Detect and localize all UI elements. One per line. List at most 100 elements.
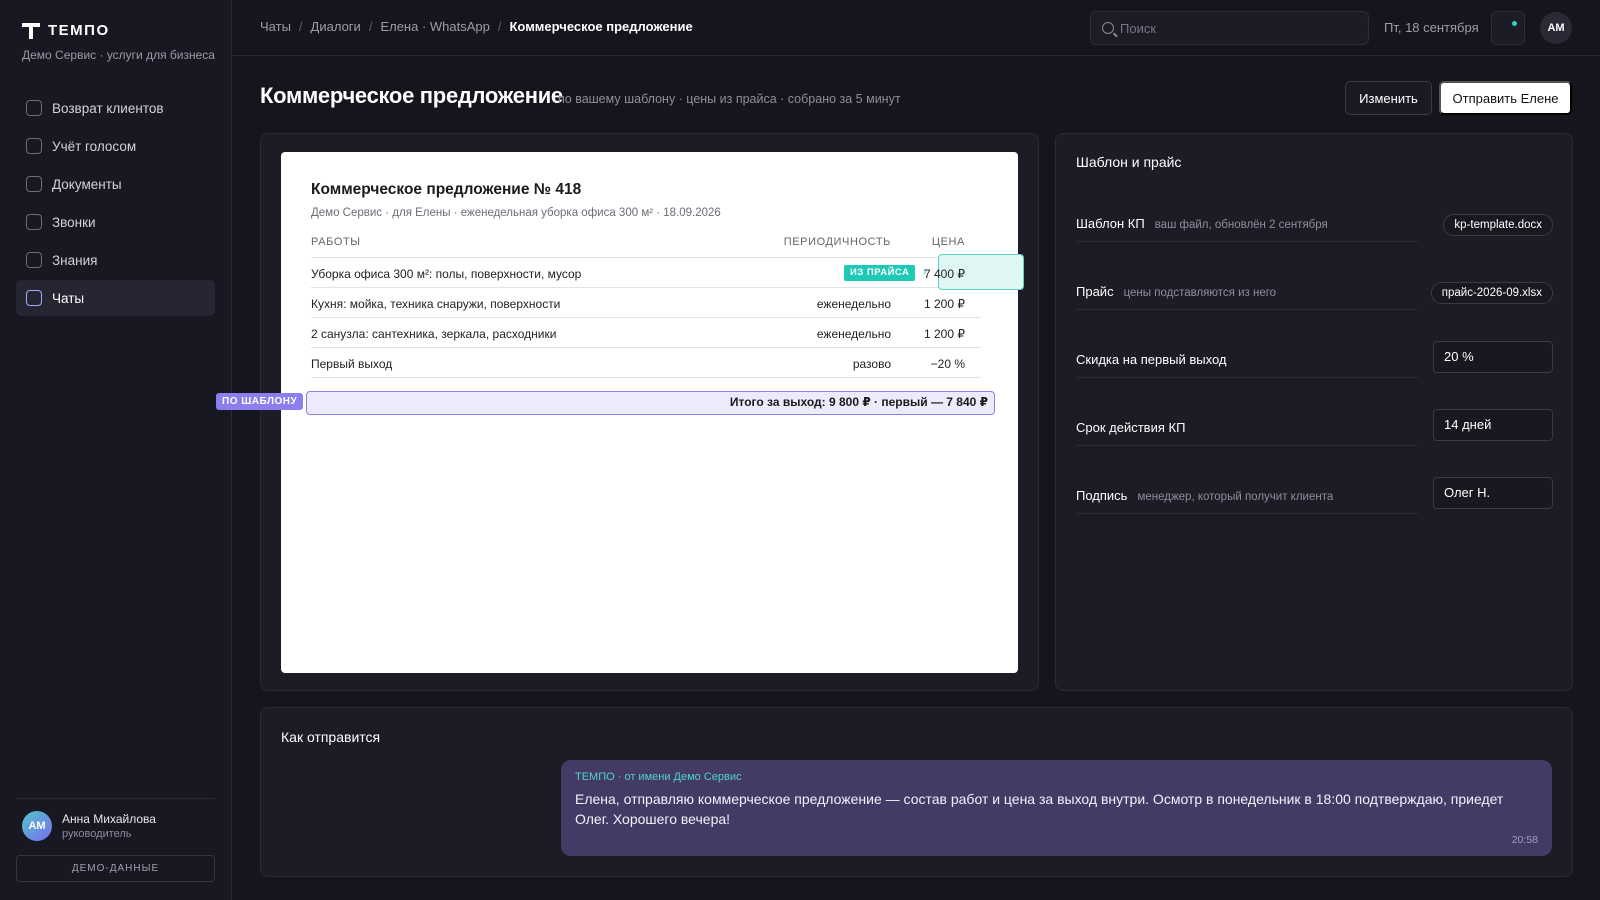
notification-dot-icon bbox=[1512, 21, 1517, 26]
sidebar-item-label: Документы bbox=[52, 176, 122, 192]
sidebar-item-label: Звонки bbox=[52, 214, 96, 230]
sidebar-item-voice[interactable]: Учёт голосом bbox=[16, 128, 215, 164]
template-panel: Шаблон и прайс Шаблон КП ваш файл, обновл… bbox=[1055, 133, 1573, 691]
template-row-validity: Срок действия КП 14 дней bbox=[1076, 405, 1553, 465]
breadcrumb-separator: / bbox=[497, 19, 502, 34]
edit-button[interactable]: Изменить bbox=[1345, 81, 1432, 115]
work-cell: 2 санузла: сантехника, зеркала, расходни… bbox=[311, 327, 557, 341]
work-cell: Первый выход bbox=[311, 357, 393, 371]
table-row: Уборка офиса 300 м²: полы, поверхности, … bbox=[311, 254, 1024, 290]
work-table: Уборка офиса 300 м²: полы, поверхности, … bbox=[311, 254, 1024, 378]
send-preview-title: Как отправится bbox=[281, 729, 381, 745]
search-input[interactable] bbox=[1120, 20, 1350, 36]
row-label: Подпись менеджер, который получит клиента bbox=[1076, 488, 1334, 503]
user-avatar-button[interactable]: АМ bbox=[1540, 12, 1572, 44]
search-icon bbox=[1102, 22, 1114, 34]
template-row-kp: Шаблон КП ваш файл, обновлён 2 сентября k… bbox=[1076, 201, 1553, 261]
template-row-discount: Скидка на первый выход 20 % bbox=[1076, 337, 1553, 397]
column-header-period: ПЕРИОДИЧНОСТЬ bbox=[783, 236, 891, 248]
table-row: Кухня: мойка, техника снаружи, поверхнос… bbox=[311, 288, 981, 318]
avatar: АМ bbox=[22, 811, 52, 841]
table-header: РАБОТЫ ПЕРИОДИЧНОСТЬ ЦЕНА bbox=[311, 236, 981, 256]
row-hint: ваш файл, обновлён 2 сентября bbox=[1154, 219, 1328, 231]
sidebar-item-label: Чаты bbox=[52, 290, 85, 306]
sidebar-item-label: Возврат клиентов bbox=[52, 100, 164, 116]
row-label: Срок действия КП bbox=[1076, 420, 1186, 435]
price-cell: 7 400 ₽ bbox=[924, 267, 965, 281]
row-label: Шаблон КП ваш файл, обновлён 2 сентября bbox=[1076, 216, 1328, 231]
page-title: Коммерческое предложение bbox=[260, 83, 563, 108]
brand-subtitle: Демо Сервис · услуги для бизнеса bbox=[22, 48, 215, 62]
brand-name: ТЕМПО bbox=[48, 22, 110, 39]
row-hint: менеджер, который получит клиента bbox=[1137, 491, 1334, 503]
checkbox-icon bbox=[26, 138, 42, 154]
sidebar-nav: Возврат клиентов Учёт голосом Документы … bbox=[16, 90, 215, 318]
period-cell: еженедельно bbox=[816, 297, 891, 311]
current-date: Пт, 18 сентября bbox=[1384, 20, 1479, 35]
proposal-document: Коммерческое предложение № 418 Демо Серв… bbox=[281, 152, 1024, 673]
discount-field[interactable]: 20 % bbox=[1433, 341, 1553, 373]
page-subtitle: по вашему шаблону · цены из прайса · соб… bbox=[558, 92, 901, 106]
checkbox-icon bbox=[26, 290, 42, 306]
row-divider bbox=[1076, 445, 1418, 446]
checkbox-icon bbox=[26, 176, 42, 192]
row-divider bbox=[1076, 241, 1418, 242]
tempo-logo-icon bbox=[22, 22, 40, 39]
sidebar-divider bbox=[16, 798, 215, 799]
topbar: Чаты / Диалоги / Елена · WhatsApp / Коммерч… bbox=[233, 0, 1600, 56]
column-header-work: РАБОТЫ bbox=[311, 236, 361, 248]
row-divider bbox=[1076, 513, 1418, 514]
breadcrumb-current: Коммерческое предложение bbox=[509, 19, 693, 34]
table-row: Первый выход разово −20 % bbox=[311, 348, 981, 378]
row-label: Прайс цены подставляются из него bbox=[1076, 284, 1277, 299]
sidebar-item-returns[interactable]: Возврат клиентов bbox=[16, 90, 215, 126]
sidebar: ТЕМПО Демо Сервис · услуги для бизнеса В… bbox=[0, 0, 232, 900]
sidebar-item-knowledge[interactable]: Знания bbox=[16, 242, 215, 278]
sidebar-item-label: Учёт голосом bbox=[52, 138, 137, 154]
template-row-price: Прайс цены подставляются из него прайс-20… bbox=[1076, 269, 1553, 329]
demo-data-button[interactable]: ДЕМО-ДАННЫЕ bbox=[16, 855, 215, 882]
table-row: 2 санузла: сантехника, зеркала, расходни… bbox=[311, 318, 981, 348]
message-time: 20:58 bbox=[1511, 834, 1538, 846]
price-cell: 1 200 ₽ bbox=[924, 327, 965, 341]
checkbox-icon bbox=[26, 100, 42, 116]
template-badge: ПО ШАБЛОНУ bbox=[216, 393, 304, 410]
notifications-button[interactable] bbox=[1491, 11, 1525, 45]
total-row: Итого за выход: 9 800 ₽ · первый — 7 840… bbox=[306, 391, 995, 415]
price-file-chip[interactable]: прайс-2026-09.xlsx bbox=[1430, 282, 1553, 304]
template-row-signature: Подпись менеджер, который получит клиента… bbox=[1076, 473, 1553, 533]
breadcrumb-separator: / bbox=[298, 19, 303, 34]
period-cell: еженедельно bbox=[816, 327, 891, 341]
validity-field[interactable]: 14 дней bbox=[1433, 409, 1553, 441]
work-cell: Уборка офиса 300 м²: полы, поверхности, … bbox=[311, 267, 582, 281]
work-cell: Кухня: мойка, техника снаружи, поверхнос… bbox=[311, 297, 561, 311]
message-sender: ТЕМПО · от имени Демо Сервис bbox=[575, 771, 742, 783]
breadcrumb-chats[interactable]: Чаты bbox=[260, 19, 291, 34]
from-price-badge: ИЗ ПРАЙСА bbox=[844, 265, 916, 281]
checkbox-icon bbox=[26, 214, 42, 230]
sidebar-item-label: Знания bbox=[52, 252, 98, 268]
search-box[interactable] bbox=[1090, 11, 1369, 45]
user-name: Анна Михайлова bbox=[62, 812, 156, 826]
user-profile[interactable]: АМ Анна Михайлова руководитель bbox=[22, 811, 156, 841]
sidebar-item-calls[interactable]: Звонки bbox=[16, 204, 215, 240]
breadcrumb-dialogs[interactable]: Диалоги bbox=[311, 19, 361, 34]
row-divider bbox=[1076, 377, 1418, 378]
period-cell: разово bbox=[852, 357, 891, 371]
price-cell: −20 % bbox=[930, 357, 965, 371]
signature-field[interactable]: Олег Н. bbox=[1433, 477, 1553, 509]
kp-template-file-chip[interactable]: kp-template.docx bbox=[1443, 214, 1553, 236]
column-header-price: ЦЕНА bbox=[931, 236, 965, 248]
document-meta: Демо Сервис · для Елены · еженедельная у… bbox=[311, 207, 721, 219]
breadcrumb-separator: / bbox=[368, 19, 373, 34]
send-preview-panel: Как отправится ТЕМПО · от имени Демо Сер… bbox=[260, 707, 1573, 877]
row-hint: цены подставляются из него bbox=[1123, 287, 1277, 299]
user-role: руководитель bbox=[62, 828, 132, 840]
price-cell: 1 200 ₽ bbox=[924, 297, 965, 311]
document-title: Коммерческое предложение № 418 bbox=[311, 181, 582, 198]
brand[interactable]: ТЕМПО bbox=[22, 22, 110, 39]
sidebar-item-documents[interactable]: Документы bbox=[16, 166, 215, 202]
sidebar-item-chats[interactable]: Чаты bbox=[16, 280, 215, 316]
breadcrumb-elena[interactable]: Елена · WhatsApp bbox=[380, 19, 489, 34]
send-to-elena-button[interactable]: Отправить Елене bbox=[1439, 81, 1572, 115]
